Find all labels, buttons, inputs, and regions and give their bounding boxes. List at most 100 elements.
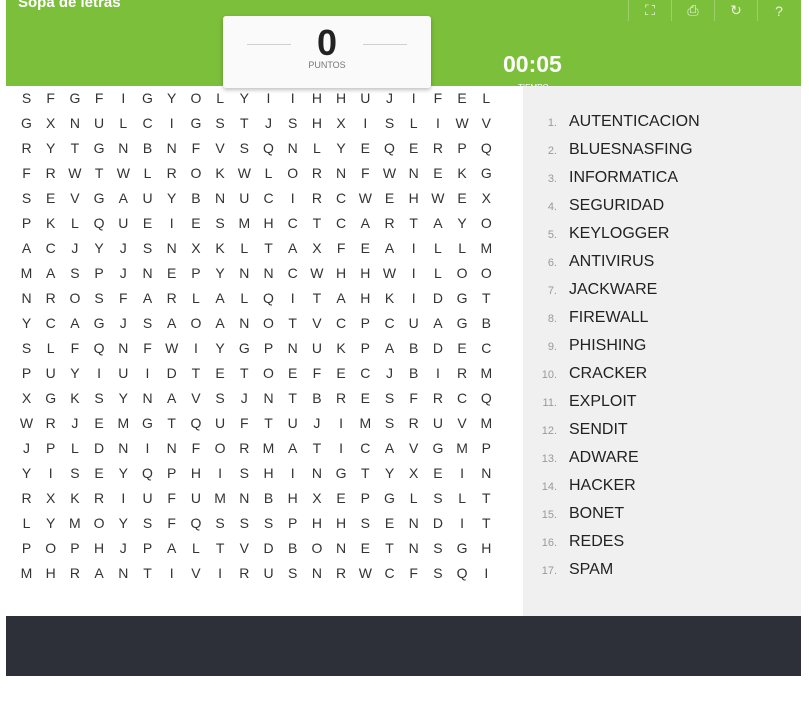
grid-cell[interactable]: P — [474, 440, 499, 456]
grid-cell[interactable]: L — [474, 90, 499, 106]
grid-cell[interactable]: S — [135, 515, 160, 531]
grid-cell[interactable]: A — [159, 390, 184, 406]
grid-cell[interactable]: E — [353, 240, 378, 256]
grid-cell[interactable]: K — [329, 340, 354, 356]
grid-cell[interactable]: I — [208, 465, 233, 481]
grid-cell[interactable]: G — [38, 390, 63, 406]
grid-cell[interactable]: H — [183, 465, 208, 481]
grid-cell[interactable]: U — [280, 415, 305, 431]
grid-cell[interactable]: W — [450, 115, 475, 131]
help-button[interactable]: ? — [757, 0, 800, 21]
grid-cell[interactable]: J — [111, 240, 136, 256]
grid-cell[interactable]: T — [474, 290, 499, 306]
grid-cell[interactable]: V — [450, 415, 475, 431]
grid-cell[interactable]: N — [232, 490, 257, 506]
grid-cell[interactable]: N — [329, 165, 354, 181]
grid-cell[interactable]: Y — [450, 215, 475, 231]
grid-cell[interactable]: B — [183, 190, 208, 206]
grid-cell[interactable]: R — [425, 140, 450, 156]
grid-cell[interactable]: S — [377, 115, 402, 131]
grid-cell[interactable]: F — [135, 340, 160, 356]
grid-cell[interactable]: W — [377, 165, 402, 181]
grid-cell[interactable]: H — [304, 515, 329, 531]
grid-cell[interactable]: P — [14, 365, 39, 381]
grid-cell[interactable]: I — [329, 415, 354, 431]
grid-cell[interactable]: O — [256, 365, 281, 381]
grid-cell[interactable]: I — [256, 90, 281, 106]
grid-cell[interactable]: H — [353, 290, 378, 306]
grid-cell[interactable]: P — [135, 540, 160, 556]
grid-cell[interactable]: M — [353, 415, 378, 431]
grid-cell[interactable]: S — [135, 240, 160, 256]
grid-cell[interactable]: T — [280, 390, 305, 406]
grid-cell[interactable]: I — [450, 465, 475, 481]
grid-cell[interactable]: J — [256, 115, 281, 131]
grid-cell[interactable]: I — [159, 115, 184, 131]
grid-cell[interactable]: W — [62, 165, 87, 181]
grid-cell[interactable]: N — [111, 140, 136, 156]
grid-cell[interactable]: A — [280, 440, 305, 456]
grid-cell[interactable]: F — [425, 90, 450, 106]
grid-cell[interactable]: C — [38, 240, 63, 256]
grid-cell[interactable]: I — [159, 215, 184, 231]
grid-cell[interactable]: I — [425, 365, 450, 381]
grid-cell[interactable]: X — [329, 115, 354, 131]
grid-cell[interactable]: V — [304, 315, 329, 331]
grid-cell[interactable]: R — [38, 415, 63, 431]
grid-cell[interactable]: F — [304, 365, 329, 381]
grid-cell[interactable]: G — [14, 115, 39, 131]
grid-cell[interactable]: L — [183, 540, 208, 556]
grid-cell[interactable]: I — [111, 490, 136, 506]
grid-cell[interactable]: P — [87, 265, 112, 281]
grid-cell[interactable]: N — [135, 390, 160, 406]
grid-cell[interactable]: V — [208, 140, 233, 156]
grid-cell[interactable]: T — [159, 415, 184, 431]
grid-cell[interactable]: H — [353, 265, 378, 281]
grid-cell[interactable]: S — [353, 515, 378, 531]
grid-cell[interactable]: J — [111, 265, 136, 281]
grid-cell[interactable]: E — [87, 465, 112, 481]
grid-cell[interactable]: I — [401, 240, 426, 256]
grid-cell[interactable]: S — [208, 515, 233, 531]
grid-cell[interactable]: I — [450, 515, 475, 531]
grid-cell[interactable]: E — [280, 365, 305, 381]
grid-cell[interactable]: I — [280, 190, 305, 206]
grid-cell[interactable]: E — [425, 165, 450, 181]
grid-cell[interactable]: G — [377, 490, 402, 506]
grid-cell[interactable]: I — [280, 90, 305, 106]
grid-cell[interactable]: N — [135, 265, 160, 281]
grid-cell[interactable]: N — [159, 440, 184, 456]
grid-cell[interactable]: E — [353, 140, 378, 156]
grid-cell[interactable]: U — [304, 340, 329, 356]
grid-cell[interactable]: R — [62, 565, 87, 581]
grid-cell[interactable]: U — [38, 365, 63, 381]
grid-cell[interactable]: R — [38, 165, 63, 181]
grid-cell[interactable]: C — [377, 315, 402, 331]
grid-cell[interactable]: F — [183, 140, 208, 156]
grid-cell[interactable]: I — [401, 265, 426, 281]
grid-cell[interactable]: L — [232, 240, 257, 256]
grid-cell[interactable]: F — [183, 440, 208, 456]
grid-cell[interactable]: J — [111, 540, 136, 556]
grid-cell[interactable]: R — [425, 390, 450, 406]
grid-cell[interactable]: A — [353, 215, 378, 231]
grid-cell[interactable]: A — [208, 315, 233, 331]
grid-cell[interactable]: P — [62, 540, 87, 556]
grid-cell[interactable]: R — [87, 490, 112, 506]
grid-cell[interactable]: S — [425, 490, 450, 506]
grid-cell[interactable]: S — [425, 540, 450, 556]
grid-cell[interactable]: C — [450, 390, 475, 406]
grid-cell[interactable]: M — [450, 440, 475, 456]
grid-cell[interactable]: L — [135, 165, 160, 181]
grid-cell[interactable]: C — [353, 365, 378, 381]
grid-cell[interactable]: L — [450, 240, 475, 256]
grid-cell[interactable]: Y — [159, 90, 184, 106]
grid-cell[interactable]: Y — [87, 240, 112, 256]
grid-cell[interactable]: M — [14, 265, 39, 281]
grid-cell[interactable]: H — [474, 540, 499, 556]
grid-cell[interactable]: E — [353, 390, 378, 406]
grid-cell[interactable]: R — [159, 165, 184, 181]
grid-cell[interactable]: M — [111, 415, 136, 431]
grid-cell[interactable]: N — [159, 240, 184, 256]
grid-cell[interactable]: D — [256, 540, 281, 556]
